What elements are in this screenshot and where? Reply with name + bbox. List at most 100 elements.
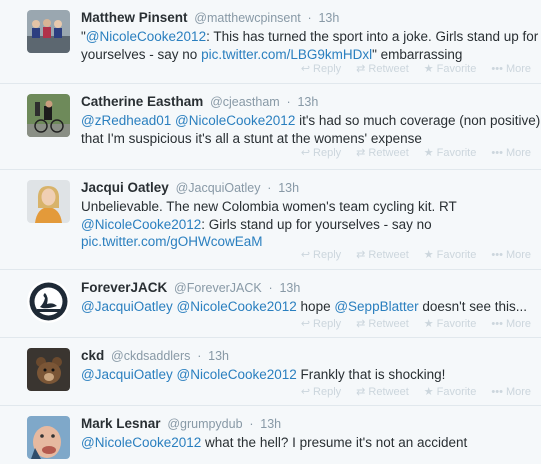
favorite-button[interactable]: ★ Favorite — [424, 62, 477, 75]
cyclist-photo-avatar-icon — [27, 94, 70, 137]
tweet-item[interactable]: ForeverJACK @ForeverJACK · 13h @JacquiOa… — [0, 270, 541, 338]
reply-label: Reply — [313, 63, 342, 75]
retweet-icon: ⇄ — [356, 386, 366, 398]
tweet-text-span: hope — [296, 299, 335, 314]
favorite-icon: ★ — [423, 386, 434, 398]
favorite-button[interactable]: ★ Favorite — [424, 385, 477, 398]
retweet-label: Retweet — [368, 386, 409, 398]
retweet-icon: ⇄ — [356, 249, 366, 261]
reply-label: Reply — [313, 318, 342, 330]
author-name[interactable]: ckd — [81, 348, 104, 363]
mention-link[interactable]: @NicoleCooke2012 — [175, 113, 295, 128]
separator-dot: · — [268, 281, 273, 295]
favorite-button[interactable]: ★ Favorite — [424, 317, 477, 330]
favorite-button[interactable]: ★ Favorite — [424, 248, 477, 261]
reply-icon: ↩ — [300, 318, 311, 330]
url-link[interactable]: pic.twitter.com/gOHWcowEaM — [81, 234, 263, 249]
favorite-icon: ★ — [423, 249, 434, 261]
tweet-text-line: "@NicoleCooke2012: This has turned the s… — [81, 28, 538, 46]
author-name[interactable]: Catherine Eastham — [81, 94, 203, 109]
mention-link[interactable]: @NicoleCooke2012 — [86, 29, 206, 44]
more-label: More — [505, 386, 531, 398]
reply-button[interactable]: ↩ Reply — [301, 146, 341, 159]
mention-link[interactable]: @NicoleCooke2012 — [177, 367, 297, 382]
tweet-text: Unbelievable. The new Colombia women's t… — [81, 198, 531, 251]
favorite-label: Favorite — [436, 147, 477, 159]
tweet-item[interactable]: Catherine Eastham @cjeastham · 13h @zRed… — [0, 84, 541, 170]
mention-link[interactable]: @zRedhead01 — [81, 113, 171, 128]
tweet-text-span: it's had so much coverage (non positive) — [295, 113, 541, 128]
tweet-text-line: yourselves - say no pic.twitter.com/LBG9… — [81, 46, 531, 64]
more-button[interactable]: ••• More — [491, 318, 531, 330]
avatar[interactable] — [27, 180, 70, 223]
mention-link[interactable]: @NicoleCooke2012 — [177, 299, 297, 314]
tweet-timestamp[interactable]: 13h — [208, 349, 229, 363]
tweet-text-span: what the hell? I presume it's not an acc… — [201, 435, 468, 450]
swan-crest-avatar-icon — [27, 280, 70, 323]
more-icon: ••• — [491, 318, 503, 330]
tweet-text-span: : This has turned the sport into a joke.… — [206, 29, 539, 44]
more-label: More — [505, 249, 531, 261]
mention-link[interactable]: @NicoleCooke2012 — [81, 435, 201, 450]
author-handle[interactable]: @ckdsaddlers — [111, 349, 190, 363]
author-handle[interactable]: @grumpydub — [167, 417, 242, 431]
tweet-item[interactable]: ckd @ckdsaddlers · 13h @JacquiOatley @Ni… — [0, 338, 541, 406]
favorite-icon: ★ — [423, 63, 434, 75]
author-name[interactable]: Jacqui Oatley — [81, 180, 169, 195]
more-button[interactable]: ••• More — [491, 147, 531, 159]
mention-link[interactable]: @JacquiOatley — [81, 367, 173, 382]
more-button[interactable]: ••• More — [491, 63, 531, 75]
tweet-timestamp[interactable]: 13h — [297, 95, 318, 109]
author-handle[interactable]: @matthewcpinsent — [194, 11, 301, 25]
reply-label: Reply — [313, 386, 342, 398]
tweet-timestamp[interactable]: 13h — [278, 181, 299, 195]
tweet-timestamp[interactable]: 13h — [279, 281, 300, 295]
tweet-text-span: " embarrassing — [372, 46, 463, 62]
retweet-button[interactable]: ⇄ Retweet — [356, 385, 409, 398]
mention-link[interactable]: @NicoleCooke2012 — [81, 217, 201, 232]
tweet-text-span: : Girls stand up for yourselves - say no — [201, 216, 432, 232]
mention-link[interactable]: @JacquiOatley — [81, 299, 173, 314]
reply-button[interactable]: ↩ Reply — [301, 248, 341, 261]
author-handle[interactable]: @JacquiOatley — [176, 181, 261, 195]
tweet-timestamp[interactable]: 13h — [318, 11, 339, 25]
author-name[interactable]: ForeverJACK — [81, 280, 167, 295]
author-handle[interactable]: @cjeastham — [210, 95, 280, 109]
avatar[interactable] — [27, 94, 70, 137]
avatar[interactable] — [27, 10, 70, 53]
retweet-button[interactable]: ⇄ Retweet — [356, 62, 409, 75]
reply-icon: ↩ — [300, 147, 311, 159]
favorite-label: Favorite — [436, 249, 477, 261]
reply-icon: ↩ — [300, 249, 311, 261]
url-link[interactable]: pic.twitter.com/LBG9kmHDxl — [201, 47, 372, 62]
tweet-item[interactable]: Matthew Pinsent @matthewcpinsent · 13h "… — [0, 0, 541, 84]
author-handle[interactable]: @ForeverJACK — [174, 281, 262, 295]
separator-dot: · — [197, 349, 202, 363]
tweet-text-line: @JacquiOatley @NicoleCooke2012 Frankly t… — [81, 366, 531, 384]
mention-link[interactable]: @SeppBlatter — [334, 299, 418, 314]
avatar[interactable] — [27, 416, 70, 459]
author-name[interactable]: Mark Lesnar — [81, 416, 161, 431]
more-button[interactable]: ••• More — [491, 249, 531, 261]
more-button[interactable]: ••• More — [491, 386, 531, 398]
tweet-text: @JacquiOatley @NicoleCooke2012 Frankly t… — [81, 366, 531, 384]
tweet-actions: ↩ Reply ⇄ Retweet ★ Favorite ••• More — [286, 62, 531, 75]
tweet-item[interactable]: Jacqui Oatley @JacquiOatley · 13h Unbeli… — [0, 170, 541, 270]
tweet-text-span: yourselves - say no — [81, 46, 202, 62]
reply-button[interactable]: ↩ Reply — [301, 317, 341, 330]
tweet-timestamp[interactable]: 13h — [260, 417, 281, 431]
reply-label: Reply — [313, 147, 342, 159]
tweet-item[interactable]: Mark Lesnar @grumpydub · 13h @NicoleCook… — [0, 406, 541, 464]
avatar[interactable] — [27, 280, 70, 323]
favorite-button[interactable]: ★ Favorite — [424, 146, 477, 159]
retweet-button[interactable]: ⇄ Retweet — [356, 248, 409, 261]
reply-button[interactable]: ↩ Reply — [301, 385, 341, 398]
avatar[interactable] — [27, 348, 70, 391]
tweet-text: @JacquiOatley @NicoleCooke2012 hope @Sep… — [81, 298, 531, 316]
author-name[interactable]: Matthew Pinsent — [81, 10, 188, 25]
favorite-icon: ★ — [423, 147, 434, 159]
retweet-button[interactable]: ⇄ Retweet — [356, 317, 409, 330]
retweet-button[interactable]: ⇄ Retweet — [356, 146, 409, 159]
reply-button[interactable]: ↩ Reply — [301, 62, 341, 75]
tweet-text-span: doesn't see this... — [418, 299, 527, 314]
